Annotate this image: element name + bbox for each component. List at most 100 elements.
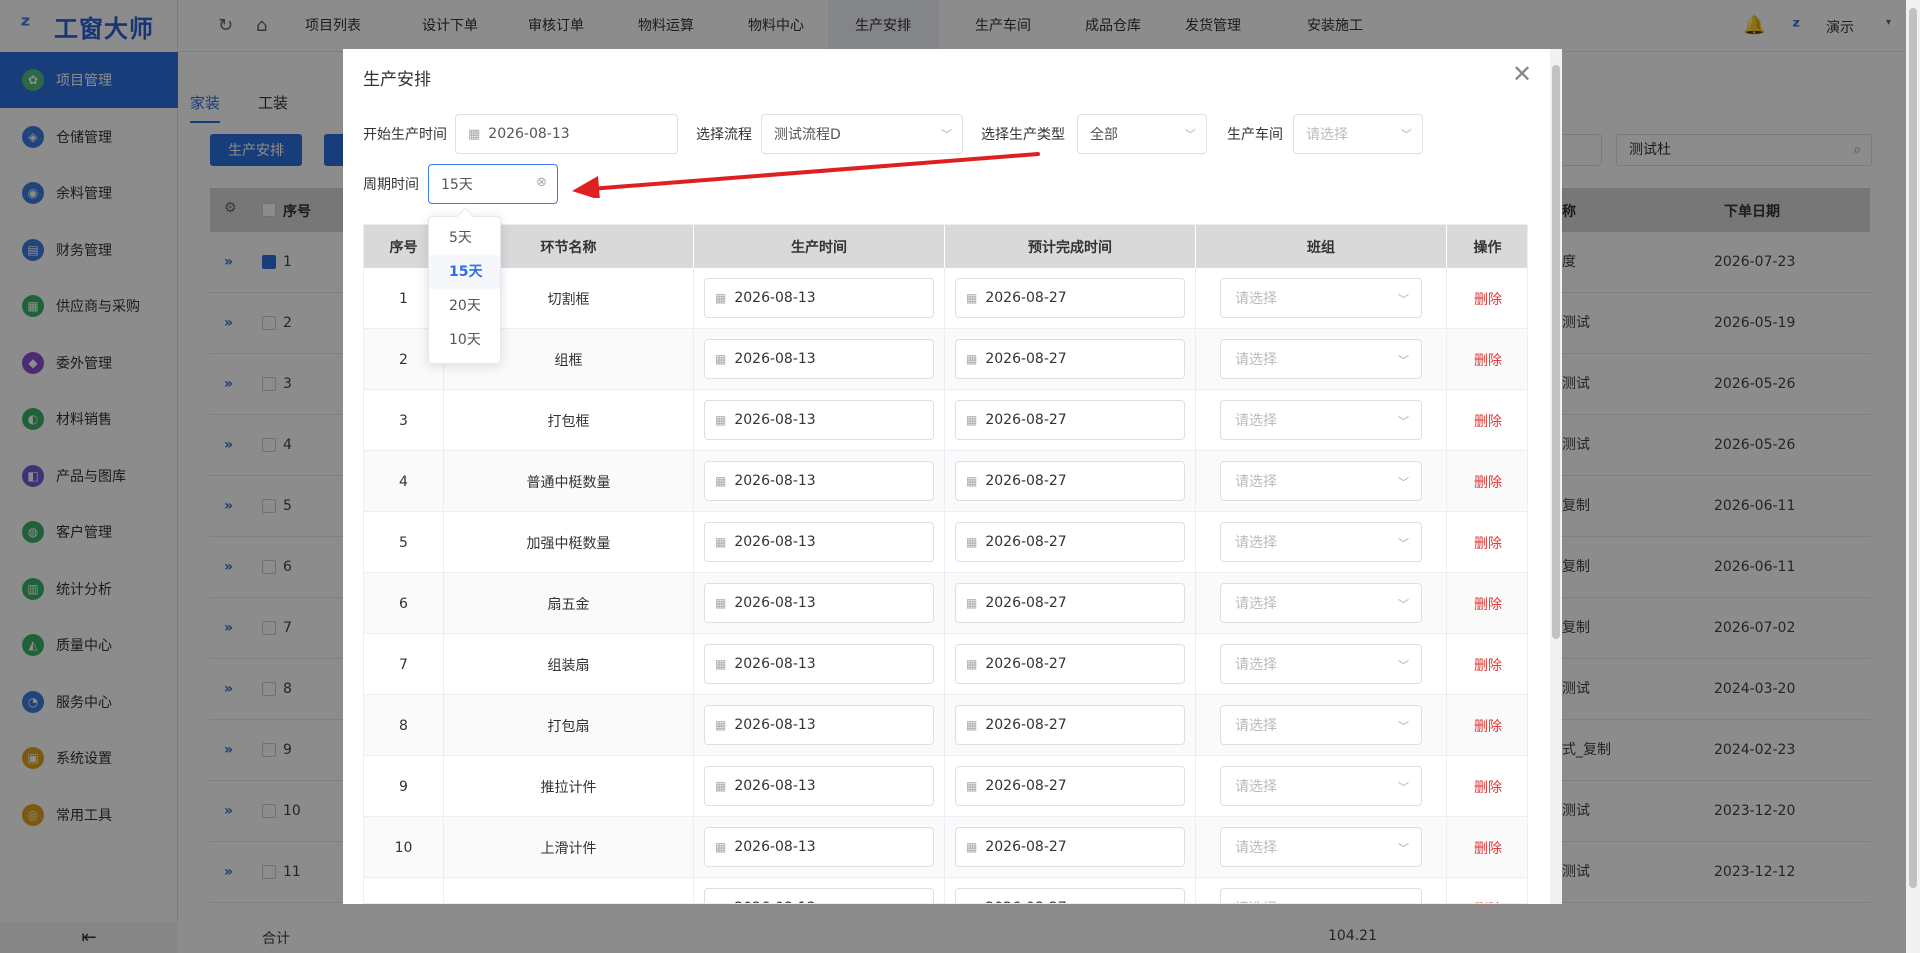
chevron-down-icon: ﹀ bbox=[1398, 415, 1409, 428]
expected-finish-input[interactable]: ▦ 2026-08-27 bbox=[955, 583, 1185, 623]
dialog-scrollbar[interactable] bbox=[1550, 49, 1562, 904]
team-select[interactable]: 请选择 ﹀ bbox=[1220, 400, 1422, 440]
production-time-input-value: 2026-08-13 bbox=[734, 839, 816, 855]
team-placeholder: 请选择 bbox=[1235, 657, 1277, 673]
calendar-icon: ▦ bbox=[966, 474, 978, 488]
expected-finish-input[interactable]: ▦ 2026-08-27 bbox=[955, 705, 1185, 745]
cycle-option-3[interactable]: 10天 bbox=[429, 323, 500, 357]
delete-link[interactable]: 删除 bbox=[1474, 655, 1502, 675]
team-select[interactable]: 请选择 ﹀ bbox=[1220, 522, 1422, 562]
process-row: 9 推拉计件 ▦ 2026-08-13 ▦ 2026-08-27 请选择 ﹀ 删除 bbox=[364, 756, 1527, 817]
production-time-input[interactable]: ▦ 2026-08-13 bbox=[704, 400, 934, 440]
calendar-icon: ▦ bbox=[966, 352, 978, 366]
team-select[interactable]: 请选择 ﹀ bbox=[1220, 766, 1422, 806]
production-time-input[interactable]: ▦ 2026-08-13 bbox=[704, 278, 934, 318]
process-seq: 7 bbox=[364, 634, 444, 695]
cycle-option-2[interactable]: 20天 bbox=[429, 289, 500, 323]
expected-finish-input-value: 2026-08-27 bbox=[985, 473, 1067, 489]
clear-circle-icon[interactable]: ⊗ bbox=[536, 175, 547, 190]
delete-link[interactable]: 删除 bbox=[1474, 289, 1502, 309]
process-row: 6 扇五金 ▦ 2026-08-13 ▦ 2026-08-27 请选择 ﹀ 删除 bbox=[364, 573, 1527, 634]
production-time-input[interactable]: ▦ 2026-08-13 bbox=[704, 705, 934, 745]
expected-finish-input[interactable]: ▦ 2026-08-27 bbox=[955, 766, 1185, 806]
page-scrollbar-thumb[interactable] bbox=[1909, 8, 1917, 888]
calendar-icon: ▦ bbox=[715, 413, 727, 427]
delete-link[interactable]: 删除 bbox=[1474, 411, 1502, 431]
process-table: 序号 环节名称 生产时间 预计完成时间 班组 操作 1 切割框 ▦ 2026-08-13 ▦ 202… bbox=[363, 224, 1528, 904]
expected-finish-input[interactable]: ▦ 2026-08-27 bbox=[955, 339, 1185, 379]
calendar-icon: ▦ bbox=[715, 718, 727, 732]
process-seq: 9 bbox=[364, 756, 444, 817]
calendar-icon: ▦ bbox=[715, 291, 727, 305]
production-time-input[interactable]: ▦ 2026-08-13 bbox=[704, 522, 934, 562]
expected-finish-cell: ▦ 2026-08-27 bbox=[945, 878, 1196, 903]
delete-link[interactable]: 删除 bbox=[1474, 899, 1502, 904]
team-select[interactable]: 请选择 ﹀ bbox=[1220, 644, 1422, 684]
cycle-select[interactable]: 15天 ⊗ bbox=[428, 164, 558, 204]
process-row: ▦ 2026-08-13 ▦ 2026-08-27 请选择 ﹀ 删除 bbox=[364, 878, 1527, 904]
delete-link[interactable]: 删除 bbox=[1474, 716, 1502, 736]
production-time-input[interactable]: ▦ 2026-08-13 bbox=[704, 827, 934, 867]
team-cell: 请选择 ﹀ bbox=[1196, 268, 1447, 329]
expected-finish-input[interactable]: ▦ 2026-08-27 bbox=[955, 827, 1185, 867]
cycle-option-0[interactable]: 5天 bbox=[429, 221, 500, 255]
team-placeholder: 请选择 bbox=[1235, 718, 1277, 734]
production-time-input[interactable]: ▦ 2026-08-13 bbox=[704, 461, 934, 501]
delete-link[interactable]: 删除 bbox=[1474, 533, 1502, 553]
annotation-arrow bbox=[572, 152, 1040, 198]
cycle-option-1[interactable]: 15天 bbox=[429, 255, 500, 289]
expected-finish-input-value: 2026-08-27 bbox=[985, 412, 1067, 428]
delete-link[interactable]: 删除 bbox=[1474, 777, 1502, 797]
delete-link[interactable]: 删除 bbox=[1474, 350, 1502, 370]
production-time-input[interactable]: ▦ 2026-08-13 bbox=[704, 766, 934, 806]
expected-finish-input-value: 2026-08-27 bbox=[985, 595, 1067, 611]
production-time-input[interactable]: ▦ 2026-08-13 bbox=[704, 888, 934, 903]
dialog-scrollbar-thumb[interactable] bbox=[1552, 65, 1560, 639]
expected-finish-input-value: 2026-08-27 bbox=[985, 839, 1067, 855]
production-time-input-value: 2026-08-13 bbox=[734, 351, 816, 367]
team-select[interactable]: 请选择 ﹀ bbox=[1220, 705, 1422, 745]
team-cell: 请选择 ﹀ bbox=[1196, 817, 1447, 878]
delete-link[interactable]: 删除 bbox=[1474, 472, 1502, 492]
production-time-input[interactable]: ▦ 2026-08-13 bbox=[704, 339, 934, 379]
production-time-input[interactable]: ▦ 2026-08-13 bbox=[704, 583, 934, 623]
page-scrollbar[interactable] bbox=[1906, 0, 1920, 953]
process-row: 7 组装扇 ▦ 2026-08-13 ▦ 2026-08-27 请选择 ﹀ 删除 bbox=[364, 634, 1527, 695]
process-name: 推拉计件 bbox=[444, 756, 694, 817]
team-cell: 请选择 ﹀ bbox=[1196, 573, 1447, 634]
team-select[interactable]: 请选择 ﹀ bbox=[1220, 339, 1422, 379]
operation-cell: 删除 bbox=[1447, 268, 1527, 329]
start-time-label: 开始生产时间 bbox=[363, 127, 447, 143]
delete-link[interactable]: 删除 bbox=[1474, 838, 1502, 858]
delete-link[interactable]: 删除 bbox=[1474, 594, 1502, 614]
team-select[interactable]: 请选择 ﹀ bbox=[1220, 888, 1422, 903]
expected-finish-input-value: 2026-08-27 bbox=[985, 900, 1066, 903]
production-type-select[interactable]: 全部 ﹀ bbox=[1077, 114, 1207, 154]
production-time-cell: ▦ 2026-08-13 bbox=[694, 634, 945, 695]
team-select[interactable]: 请选择 ﹀ bbox=[1220, 461, 1422, 501]
expected-finish-input[interactable]: ▦ 2026-08-27 bbox=[955, 644, 1185, 684]
expected-finish-input[interactable]: ▦ 2026-08-27 bbox=[955, 522, 1185, 562]
calendar-icon: ▦ bbox=[715, 779, 727, 793]
chevron-down-icon: ﹀ bbox=[1398, 720, 1409, 733]
expected-finish-input-value: 2026-08-27 bbox=[985, 778, 1067, 794]
close-icon[interactable]: ✕ bbox=[1507, 59, 1537, 89]
expected-finish-input[interactable]: ▦ 2026-08-27 bbox=[955, 461, 1185, 501]
expected-finish-cell: ▦ 2026-08-27 bbox=[945, 329, 1196, 390]
team-select[interactable]: 请选择 ﹀ bbox=[1220, 583, 1422, 623]
expected-finish-cell: ▦ 2026-08-27 bbox=[945, 451, 1196, 512]
team-select[interactable]: 请选择 ﹀ bbox=[1220, 827, 1422, 867]
process-name: 上滑计件 bbox=[444, 817, 694, 878]
team-select[interactable]: 请选择 ﹀ bbox=[1220, 278, 1422, 318]
process-row: 8 打包扇 ▦ 2026-08-13 ▦ 2026-08-27 请选择 ﹀ 删除 bbox=[364, 695, 1527, 756]
expected-finish-input[interactable]: ▦ 2026-08-27 bbox=[955, 400, 1185, 440]
process-row: 4 普通中梃数量 ▦ 2026-08-13 ▦ 2026-08-27 请选择 ﹀ 删除 bbox=[364, 451, 1527, 512]
process-seq: 4 bbox=[364, 451, 444, 512]
expected-finish-input[interactable]: ▦ 2026-08-27 bbox=[955, 888, 1185, 903]
expected-finish-input[interactable]: ▦ 2026-08-27 bbox=[955, 278, 1185, 318]
process-seq: 8 bbox=[364, 695, 444, 756]
production-time-cell: ▦ 2026-08-13 bbox=[694, 329, 945, 390]
calendar-icon: ▦ bbox=[715, 657, 727, 671]
workshop-select[interactable]: 请选择 ﹀ bbox=[1293, 114, 1423, 154]
production-time-input[interactable]: ▦ 2026-08-13 bbox=[704, 644, 934, 684]
